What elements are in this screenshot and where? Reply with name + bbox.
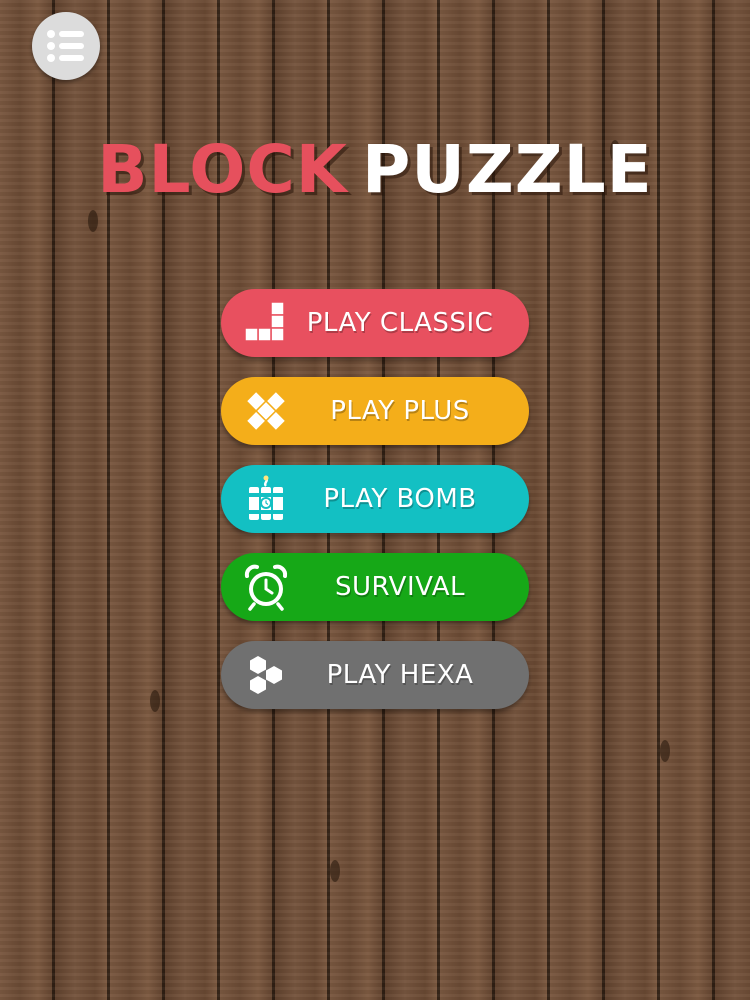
play-bomb-label: PLAY BOMB — [323, 484, 477, 514]
wood-knot — [150, 690, 160, 712]
play-hexa-button[interactable]: PLAY HEXA — [221, 641, 529, 709]
survival-label: SURVIVAL — [334, 572, 466, 602]
wood-knot — [660, 740, 670, 762]
play-hexa-label: PLAY HEXA — [326, 660, 474, 690]
dynamite-bomb-icon — [241, 474, 291, 524]
play-classic-button[interactable]: PLAY CLASSIC — [221, 289, 529, 357]
plus-blocks-icon — [241, 386, 291, 436]
title-word-puzzle: PUZZLE — [361, 131, 653, 208]
title-word-block: BLOCK — [97, 131, 348, 208]
play-classic-label: PLAY CLASSIC — [306, 308, 494, 338]
alarm-clock-icon — [241, 562, 291, 612]
menu-button[interactable] — [32, 12, 100, 80]
survival-button[interactable]: SURVIVAL — [221, 553, 529, 621]
game-title: BLOCK PUZZLE — [0, 130, 750, 210]
hexagons-icon — [241, 650, 291, 700]
play-bomb-button[interactable]: PLAY BOMB — [221, 465, 529, 533]
list-menu-icon — [47, 30, 84, 62]
wood-knot — [330, 860, 340, 882]
wood-knot — [88, 210, 98, 232]
tetromino-blocks-icon — [241, 298, 291, 348]
play-plus-button[interactable]: PLAY PLUS — [221, 377, 529, 445]
play-plus-label: PLAY PLUS — [330, 396, 470, 426]
